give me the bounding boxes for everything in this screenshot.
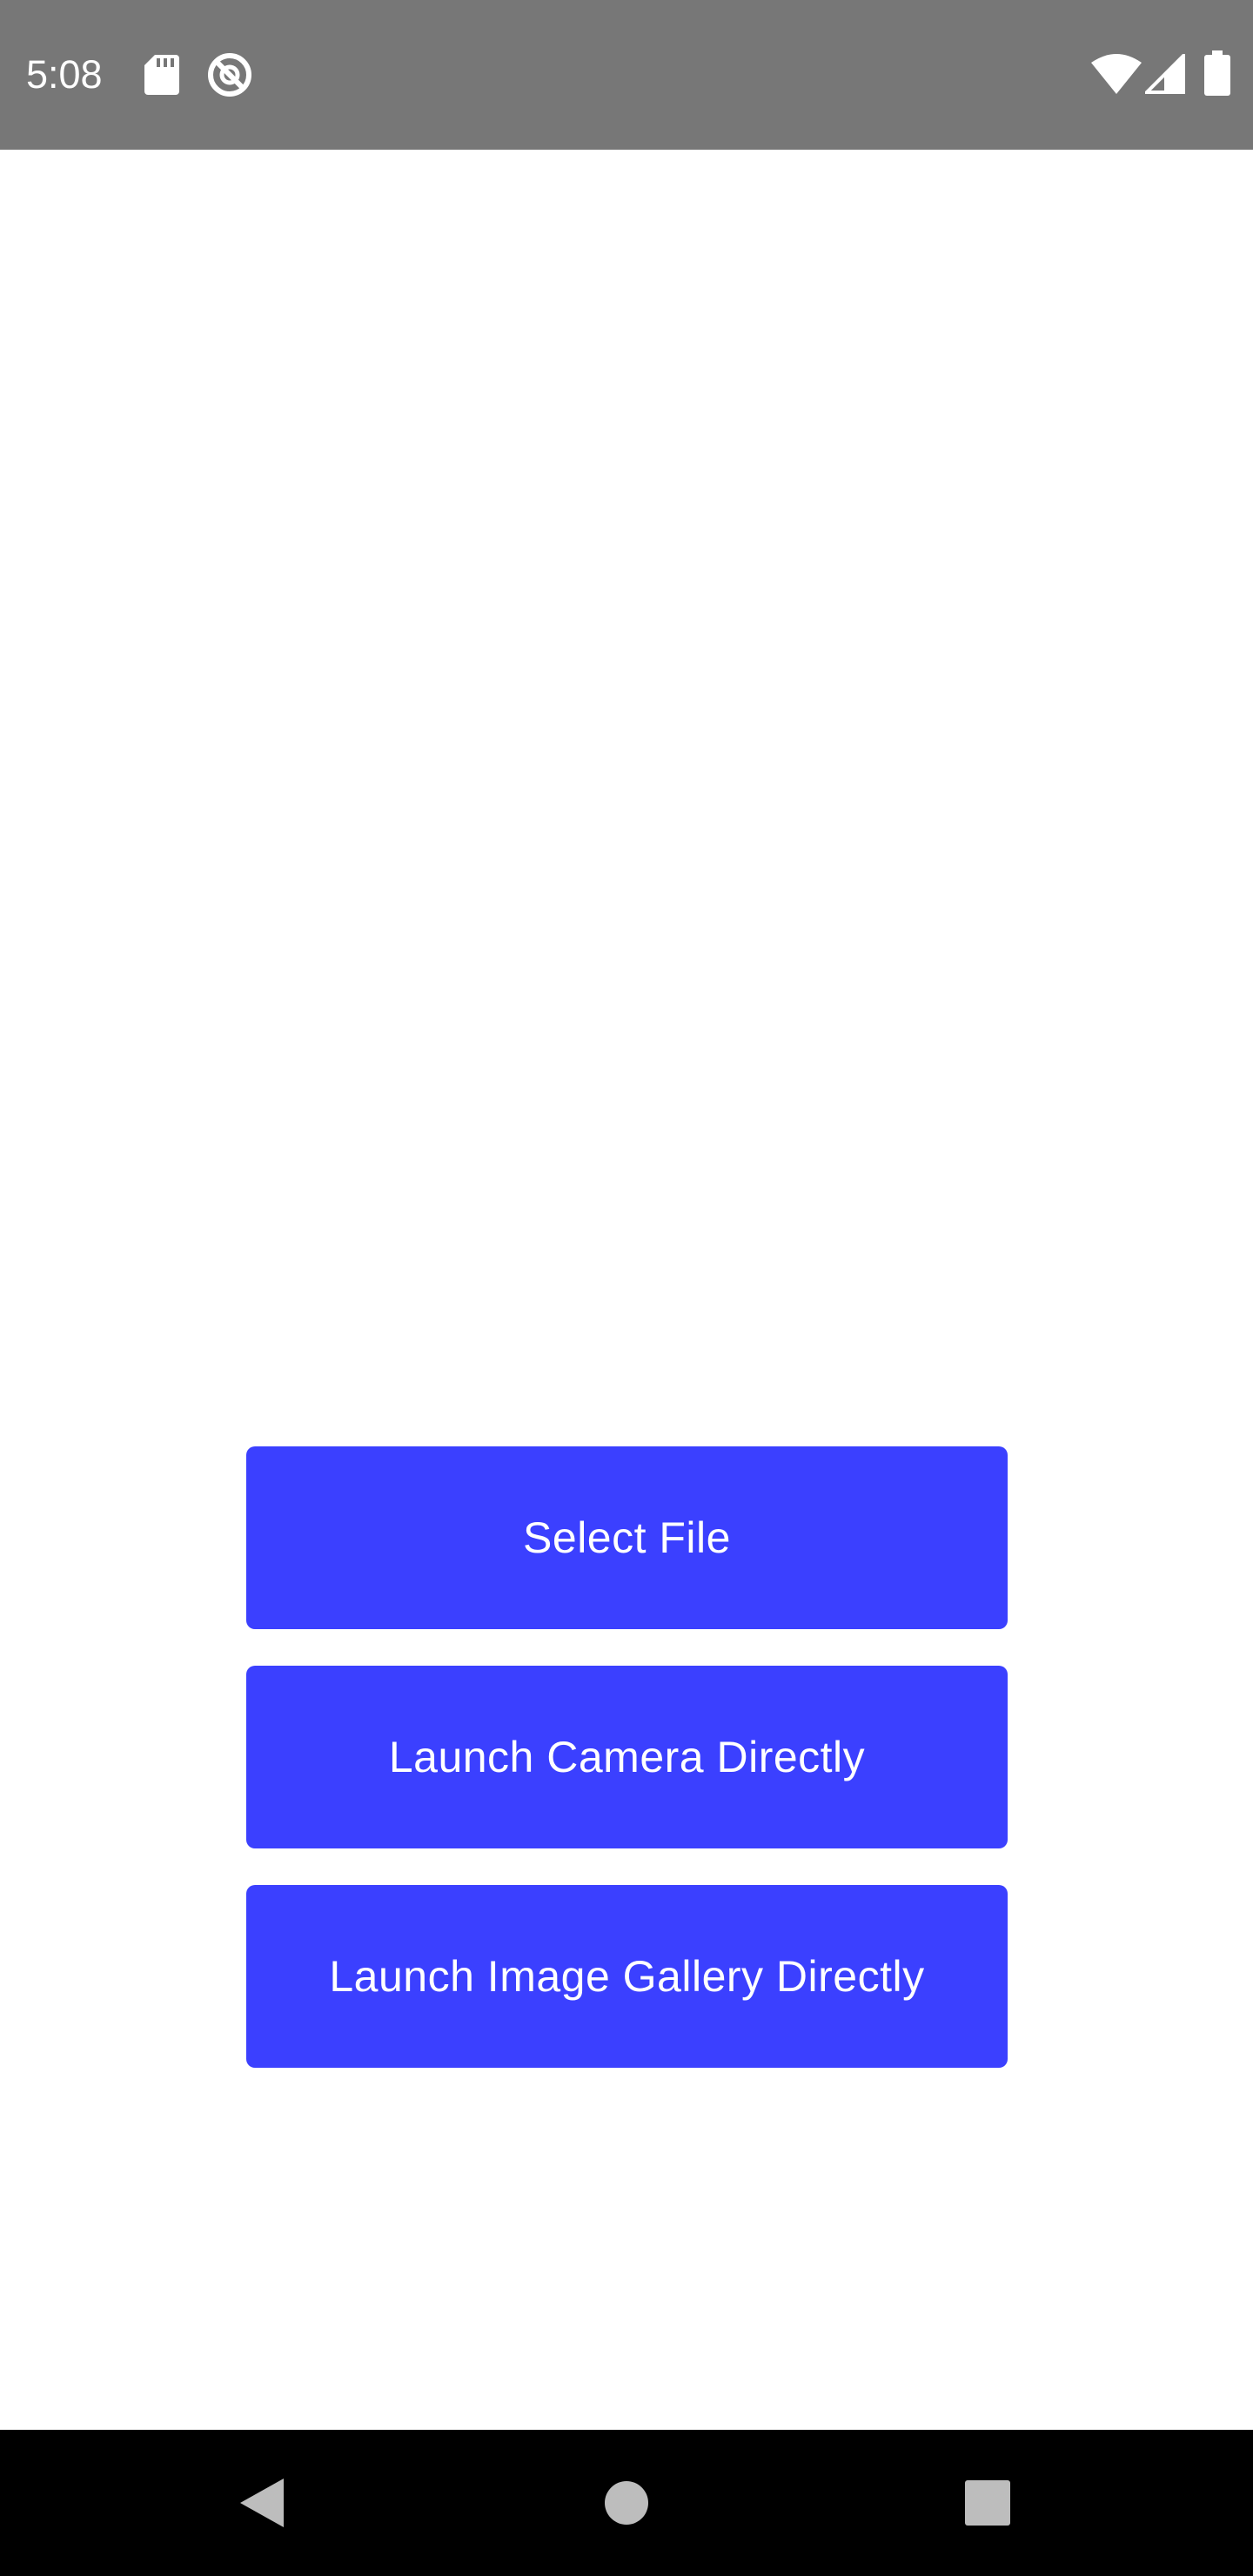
do-not-disturb-icon (208, 53, 251, 97)
sd-card-icon (144, 55, 179, 95)
back-button[interactable] (218, 2459, 305, 2546)
cell-signal-icon (1145, 54, 1185, 94)
status-bar: 5:08 (0, 0, 1253, 150)
navigation-bar (0, 2430, 1253, 2576)
launch-camera-label: Launch Camera Directly (388, 1733, 866, 1781)
recents-icon (965, 2480, 1010, 2526)
recents-button[interactable] (944, 2459, 1031, 2546)
status-time: 5:08 (26, 52, 103, 97)
home-button[interactable] (583, 2459, 670, 2546)
wifi-icon (1091, 54, 1142, 94)
main-content: Select File Launch Camera Directly Launc… (0, 150, 1253, 2430)
home-icon (605, 2481, 648, 2525)
launch-gallery-label: Launch Image Gallery Directly (329, 1952, 925, 2001)
back-icon (240, 2479, 284, 2527)
select-file-label: Select File (523, 1513, 731, 1562)
launch-camera-button[interactable]: Launch Camera Directly (246, 1666, 1008, 1848)
launch-gallery-button[interactable]: Launch Image Gallery Directly (246, 1885, 1008, 2068)
select-file-button[interactable]: Select File (246, 1446, 1008, 1629)
app-screen: 5:08 Select File Launch Camera Directly … (0, 0, 1253, 2576)
battery-icon (1204, 50, 1230, 96)
